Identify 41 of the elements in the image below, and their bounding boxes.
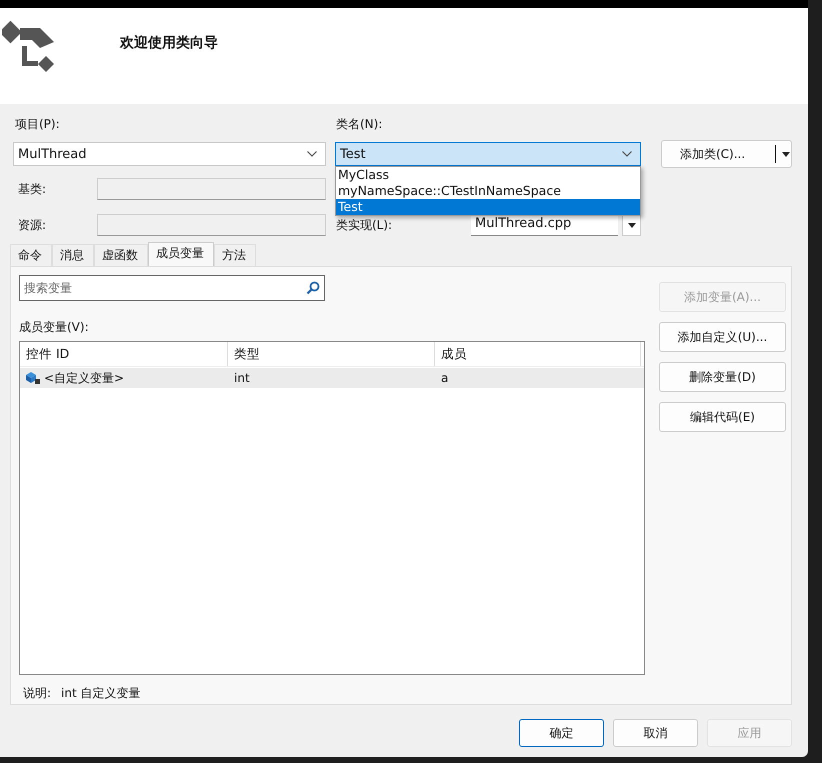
caret-icon [628,222,636,228]
class-impl-field[interactable]: MulThread.cpp [471,214,618,236]
caret-icon [782,152,790,156]
table-cell: <自定义变量> [44,370,124,386]
tab[interactable]: 消息 [52,244,94,266]
dropdown-option[interactable]: Test [336,199,640,215]
table-cell: a [441,371,448,385]
tab[interactable]: 命令 [10,244,52,266]
column-header[interactable]: 成员 [435,342,641,366]
base-class-label: 基类: [18,180,48,198]
column-header[interactable]: 类型 [228,342,435,366]
description-label: 说明: [23,685,52,702]
action-button[interactable]: 编辑代码(E) [659,402,786,432]
class-name-combo[interactable]: Test [335,142,641,166]
tab[interactable]: 虚函数 [94,244,148,266]
variable-icon [25,371,41,385]
class-name-label: 类名(N): [336,116,382,132]
add-class-button[interactable]: 添加类(C)... [661,140,792,168]
chevron-down-icon [307,151,317,157]
action-button[interactable]: 删除变量(D) [659,362,786,392]
chevron-down-icon [622,151,632,157]
project-label: 项目(P): [15,116,61,132]
table-cell: int [234,371,250,385]
dropdown-option[interactable]: myNameSpace::CTestInNameSpace [336,183,640,199]
tab[interactable]: 方法 [214,244,256,266]
column-header[interactable]: 控件 ID [20,342,228,366]
wizard-title: 欢迎使用类向导 [120,34,218,52]
class-impl-label: 类实现(L): [336,216,394,234]
list-row[interactable]: <自定义变量> int a [20,368,644,388]
dialog-button[interactable]: 确定 [519,719,604,747]
search-icon [306,281,320,295]
tab[interactable]: 成员变量 [148,242,214,266]
action-button[interactable]: 添加自定义(U)... [659,322,786,352]
member-variables-label: 成员变量(V): [19,319,90,336]
search-field[interactable]: 搜索变量 [19,275,325,301]
project-combo[interactable]: MulThread [13,142,326,166]
dialog-button[interactable]: 取消 [613,719,698,747]
dropdown-option[interactable]: MyClass [336,167,640,183]
dropdown-button[interactable] [622,214,641,236]
description-text: int 自定义变量 [61,685,141,702]
resource-label: 资源: [18,216,48,234]
